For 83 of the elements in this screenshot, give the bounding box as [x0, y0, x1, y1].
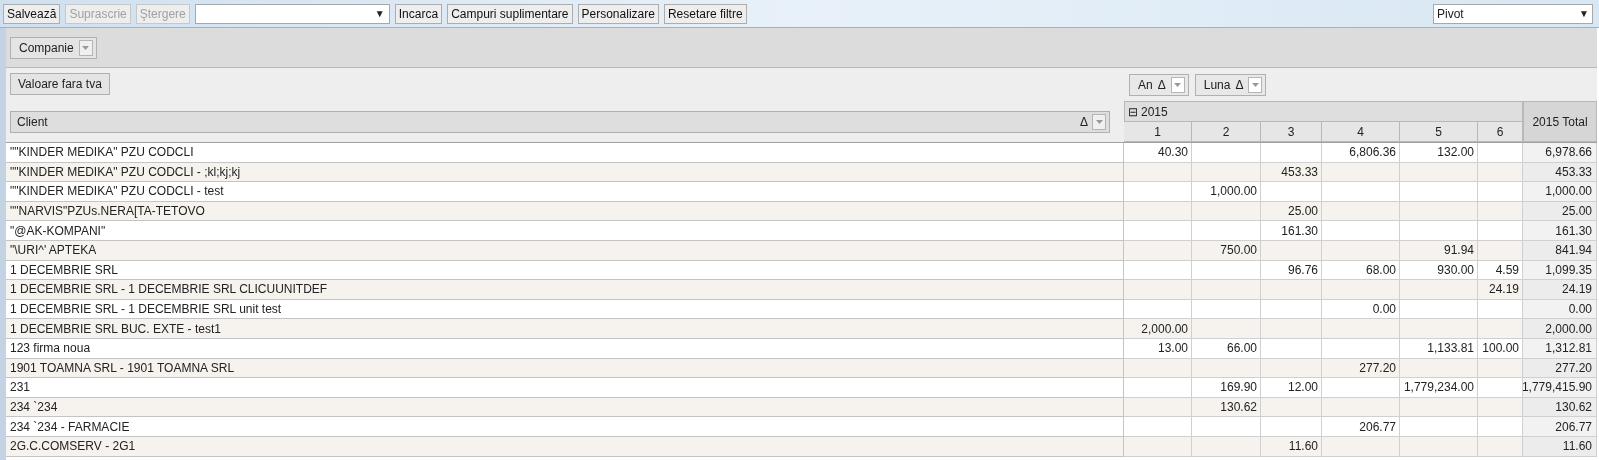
client-cell: 234 `234 - FARMACIE: [6, 417, 1124, 437]
month-header: 4: [1322, 122, 1400, 142]
value-cell: 25.00: [1261, 201, 1322, 222]
total-cell: 2,000.00: [1523, 319, 1597, 339]
client-cell: 1901 TOAMNA SRL - 1901 TOAMNA SRL: [6, 358, 1124, 379]
client-cell: ""KINDER MEDIKA" PZU CODCLI - test: [6, 182, 1124, 202]
value-cell: 11.60: [1261, 436, 1322, 457]
client-cell: 2G.C.COMSERV - 2G1: [6, 436, 1124, 457]
year-label: 2015: [1141, 103, 1168, 121]
value-cell: 453.33: [1261, 162, 1322, 183]
total-cell: 841.94: [1523, 240, 1597, 261]
sort-indicator[interactable]: Δ: [1080, 113, 1088, 131]
action-button[interactable]: Personalizare: [577, 3, 659, 24]
total-cell: 11.60: [1523, 436, 1597, 457]
value-cell: 0.00: [1322, 299, 1400, 320]
value-cell: 68.00: [1322, 260, 1400, 281]
client-cell: ""KINDER MEDIKA" PZU CODCLI: [6, 143, 1124, 163]
value-cell: 91.94: [1400, 240, 1478, 261]
value-cell: 1,000.00: [1192, 182, 1261, 202]
total-cell: 277.20: [1523, 358, 1597, 379]
value-cell: 13.00: [1124, 338, 1192, 359]
total-cell: 1,099.35: [1523, 260, 1597, 281]
toolbar-button[interactable]: Salvează: [3, 3, 61, 24]
value-cell: 130.62: [1192, 397, 1261, 418]
collapse-toggle[interactable]: ⊟: [1128, 102, 1138, 121]
select-arrow: ▼: [374, 7, 385, 21]
month-header: 1: [1124, 122, 1192, 142]
value-cell: 750.00: [1192, 240, 1261, 261]
action-button[interactable]: Incarca: [394, 3, 443, 24]
total-cell: 1,000.00: [1523, 182, 1597, 202]
total-cell: 206.77: [1523, 417, 1597, 437]
total-cell: 161.30: [1523, 221, 1597, 241]
total-cell: 1,312.81: [1523, 338, 1597, 359]
dropdown-icon[interactable]: [1092, 114, 1106, 130]
client-cell: 1 DECEMBRIE SRL - 1 DECEMBRIE SRL CLICUUNITDEF: [6, 280, 1124, 300]
value-cell: 6,806.36: [1322, 143, 1400, 163]
row-field-header[interactable]: Client Δ: [10, 111, 1110, 133]
client-cell: 1 DECEMBRIE SRL - 1 DECEMBRIE SRL unit test: [6, 299, 1124, 320]
action-button[interactable]: Resetare filtre: [663, 3, 747, 24]
value-cell: 66.00: [1192, 338, 1261, 359]
client-cell: 1 DECEMBRIE SRL BUC. EXTE - test1: [6, 319, 1124, 339]
select-arrow: ▼: [1579, 7, 1589, 21]
row-field-label: Client: [17, 114, 48, 131]
month-header: 2: [1192, 122, 1261, 142]
value-cell: 24.19: [1478, 280, 1523, 300]
layout-select[interactable]: ▼: [194, 3, 390, 24]
total-cell: 6,978.66: [1523, 143, 1597, 163]
value-cell: 12.00: [1261, 378, 1322, 398]
value-cell: 96.76: [1261, 260, 1322, 281]
value-cell: 40.30: [1124, 143, 1192, 163]
value-cell: 930.00: [1400, 260, 1478, 281]
value-cell: 206.77: [1322, 417, 1400, 437]
client-cell: "\URI^' APTEKA: [6, 240, 1124, 261]
action-button[interactable]: Campuri suplimentare: [447, 3, 573, 24]
value-cell: 1,779,234.00: [1400, 378, 1478, 398]
select-value: Pivot: [1437, 5, 1464, 23]
value-cell: 169.90: [1192, 378, 1261, 398]
value-cell: 100.00: [1478, 338, 1523, 359]
client-cell: ""NARVIS"PZUs.NERA[TA-TETOVO: [6, 201, 1124, 222]
month-header: 3: [1261, 122, 1322, 142]
total-cell: 1,779,415.90: [1523, 378, 1597, 398]
value-cell: 4.59: [1478, 260, 1523, 281]
value-cell: 2,000.00: [1124, 319, 1192, 339]
total-cell: 453.33: [1523, 162, 1597, 183]
client-cell: 231: [6, 378, 1124, 398]
client-cell: ""KINDER MEDIKA" PZU CODCLI - ;kl;kj;kj: [6, 162, 1124, 183]
month-header: 6: [1478, 122, 1523, 142]
total-cell: 24.19: [1523, 280, 1597, 300]
value-cell: 161.30: [1261, 221, 1322, 241]
value-cell: 277.20: [1322, 358, 1400, 379]
client-cell: 1 DECEMBRIE SRL: [6, 260, 1124, 281]
client-cell: "@AK-KOMPANI": [6, 221, 1124, 241]
client-cell: 123 firma noua: [6, 338, 1124, 359]
total-header: 2015 Total: [1523, 101, 1597, 142]
value-cell: 1,133.81: [1400, 338, 1478, 359]
total-cell: 130.62: [1523, 397, 1597, 418]
total-cell: 0.00: [1523, 299, 1597, 320]
month-header: 5: [1400, 122, 1478, 142]
client-cell: 234 `234: [6, 397, 1124, 418]
value-cell: 132.00: [1400, 143, 1478, 163]
total-cell: 25.00: [1523, 201, 1597, 222]
view-select[interactable]: Pivot ▼: [1433, 3, 1593, 24]
data-field[interactable]: Valoare fara tva: [10, 73, 110, 95]
